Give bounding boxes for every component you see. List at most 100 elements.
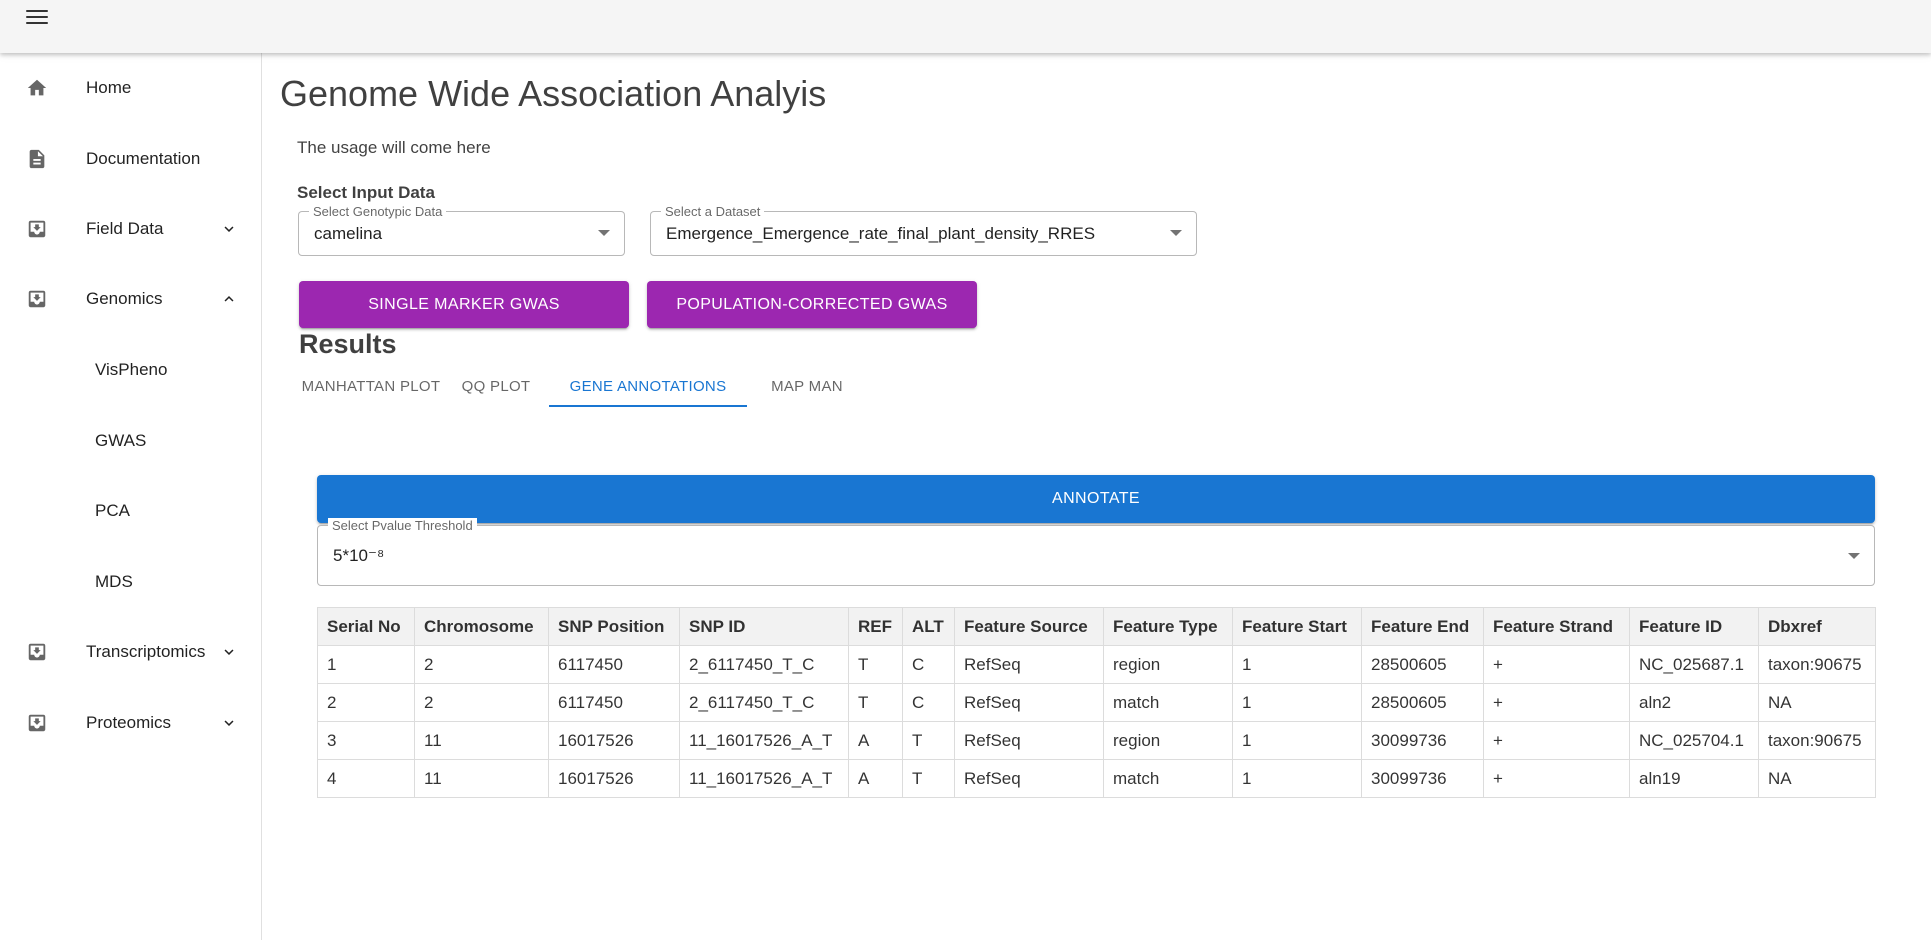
input-section-label: Select Input Data [297,183,435,202]
dropdown-arrow-icon [598,230,610,236]
usage-text: The usage will come here [297,138,491,157]
table-cell: 1 [1232,759,1362,798]
results-tabs: Manhattan Plot QQ Plot Gene Annotations … [299,365,1199,407]
column-header-snp-id: SNP ID [679,607,849,646]
table-cell: region [1103,721,1233,760]
table-cell: T [902,721,955,760]
table-cell: aln2 [1629,683,1759,722]
table-cell: region [1103,645,1233,684]
pvalue-threshold-select-label: Select Pvalue Threshold [328,518,477,533]
pvalue-threshold-select[interactable]: Select Pvalue Threshold 5*10⁻⁸ [317,518,1875,586]
table-cell: A [848,721,903,760]
table-cell: 30099736 [1361,721,1484,760]
table-row: 2 2 6117450 2_6117450_T_C T C RefSeq mat… [317,683,1876,722]
sidebar-item-label: GWAS [95,431,147,450]
table-cell: RefSeq [954,759,1104,798]
table-cell: 1 [1232,721,1362,760]
table-cell: 1 [1232,683,1362,722]
sidebar-item-label: PCA [95,501,130,520]
chevron-down-icon [220,714,238,732]
table-cell: 2 [414,645,549,684]
sidebar-item-label: Home [86,78,132,97]
column-header-feature-strand: Feature Strand [1483,607,1630,646]
sidebar-item-vispheno[interactable]: VisPheno [0,335,261,405]
inbox-download-icon [26,288,48,310]
sidebar-item-label: Transcriptomics [86,642,206,661]
results-title: Results [299,329,397,359]
table-cell: 2 [414,683,549,722]
table-header-row: Serial No Chromosome SNP Position SNP ID… [317,607,1876,646]
table-cell: match [1103,683,1233,722]
table-cell: 4 [317,759,415,798]
sidebar-item-field-data[interactable]: Field Data [0,194,261,264]
table-cell: 28500605 [1361,683,1484,722]
tab-qq-plot[interactable]: QQ Plot [443,365,549,407]
table-cell: match [1103,759,1233,798]
single-marker-gwas-button[interactable]: Single Marker GWAS [299,281,629,328]
tab-manhattan-plot[interactable]: Manhattan Plot [299,365,443,407]
sidebar-item-documentation[interactable]: Documentation [0,124,261,194]
menu-icon[interactable] [22,6,52,30]
table-cell: aln19 [1629,759,1759,798]
population-corrected-gwas-button[interactable]: Population-Corrected GWAS [647,281,977,328]
sidebar-item-gwas[interactable]: GWAS [0,406,261,476]
table-cell: NA [1758,683,1876,722]
table-cell: C [902,683,955,722]
table-cell: 30099736 [1361,759,1484,798]
sidebar-item-label: Proteomics [86,713,172,732]
sidebar: Home Documentation Field Data Genomics V… [0,53,262,940]
gene-annotations-table: Serial No Chromosome SNP Position SNP ID… [317,607,1876,798]
table-cell: NC_025704.1 [1629,721,1759,760]
table-cell: C [902,645,955,684]
table-cell: T [902,759,955,798]
table-cell: 2_6117450_T_C [679,645,849,684]
table-row: 1 2 6117450 2_6117450_T_C T C RefSeq reg… [317,645,1876,684]
table-cell: 6117450 [548,645,680,684]
table-cell: + [1483,721,1630,760]
table-cell: 1 [317,645,415,684]
column-header-dbxref: Dbxref [1758,607,1876,646]
sidebar-item-pca[interactable]: PCA [0,476,261,546]
table-cell: 11 [414,721,549,760]
table-cell: 16017526 [548,721,680,760]
table-cell: + [1483,645,1630,684]
inbox-download-icon [26,712,48,734]
table-cell: 16017526 [548,759,680,798]
sidebar-item-home[interactable]: Home [0,53,261,123]
table-cell: 11_16017526_A_T [679,759,849,798]
dropdown-arrow-icon [1170,230,1182,236]
table-cell: 2 [317,683,415,722]
annotate-button[interactable]: Annotate [317,475,1875,523]
column-header-feature-type: Feature Type [1103,607,1233,646]
genotypic-data-select-label: Select Genotypic Data [309,204,447,219]
table-row: 3 11 16017526 11_16017526_A_T A T RefSeq… [317,721,1876,760]
column-header-feature-start: Feature Start [1232,607,1362,646]
sidebar-item-genomics[interactable]: Genomics [0,264,261,334]
genotypic-data-select[interactable]: Select Genotypic Data camelina [298,204,625,256]
column-header-feature-source: Feature Source [954,607,1104,646]
table-cell: 11 [414,759,549,798]
tab-gene-annotations[interactable]: Gene Annotations [549,365,747,407]
dataset-select-label: Select a Dataset [661,204,765,219]
table-cell: RefSeq [954,721,1104,760]
chevron-down-icon [220,220,238,238]
dataset-select-value: Emergence_Emergence_rate_final_plant_den… [666,224,1096,243]
chevron-up-icon [220,290,238,308]
tab-map-man[interactable]: Map Man [747,365,867,407]
dataset-select[interactable]: Select a Dataset Emergence_Emergence_rat… [650,204,1197,256]
column-header-ref: REF [848,607,903,646]
main-content: Genome Wide Association Analyis The usag… [263,53,1931,940]
dropdown-arrow-icon [1848,553,1860,559]
sidebar-item-label: Genomics [86,289,163,308]
table-row: 4 11 16017526 11_16017526_A_T A T RefSeq… [317,759,1876,798]
sidebar-item-mds[interactable]: MDS [0,547,261,617]
genotypic-data-select-value: camelina [314,224,383,243]
table-cell: T [848,645,903,684]
sidebar-item-proteomics[interactable]: Proteomics [0,688,261,758]
table-cell: NC_025687.1 [1629,645,1759,684]
table-cell: 3 [317,721,415,760]
table-cell: A [848,759,903,798]
sidebar-item-transcriptomics[interactable]: Transcriptomics [0,617,261,687]
pvalue-threshold-select-value: 5*10⁻⁸ [333,546,385,565]
table-cell: taxon:90675 [1758,721,1876,760]
